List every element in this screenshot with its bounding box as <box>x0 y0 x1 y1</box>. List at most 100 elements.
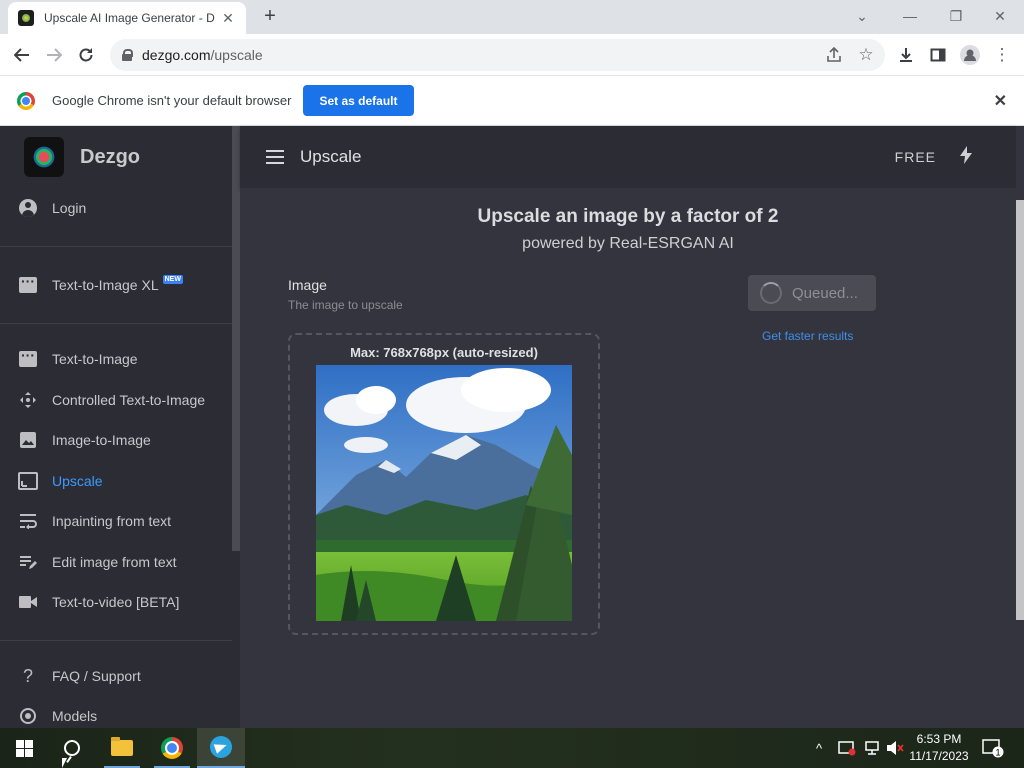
dezgo-logo-icon <box>24 137 64 177</box>
sidebar-item-inpainting[interactable]: Inpainting from text <box>16 507 236 535</box>
brand-name: Dezgo <box>80 145 140 168</box>
upscale-heading: Upscale an image by a factor of 2 <box>477 206 779 227</box>
security-tray-icon[interactable] <box>838 728 856 768</box>
image-field-hint: The image to upscale <box>288 298 403 312</box>
more-menu-icon[interactable]: ⋮ <box>990 43 1014 67</box>
profile-avatar-icon[interactable] <box>958 43 982 67</box>
edit-note-icon <box>16 550 40 574</box>
main-content: Upscale an image by a factor of 2 powere… <box>240 188 1016 728</box>
chrome-logo-icon <box>17 91 35 110</box>
sidebar-item-text-to-image[interactable]: Text-to-Image <box>16 345 236 373</box>
file-explorer-icon[interactable] <box>98 728 146 768</box>
infobar-message: Google Chrome isn't your default browser <box>52 93 292 108</box>
taskbar-clock[interactable]: 6:53 PM 11/17/2023 <box>900 731 978 765</box>
sidebar-item-label: Models <box>52 708 98 724</box>
bookmark-star-icon[interactable]: ☆ <box>854 43 878 67</box>
app-bar: Upscale FREE <box>240 126 1016 188</box>
tab-search-chevron-icon[interactable]: ⌄ <box>848 4 876 28</box>
url-text: dezgo.com/upscale <box>142 47 263 63</box>
telegram-taskbar-icon[interactable] <box>197 728 245 768</box>
plan-badge[interactable]: FREE <box>895 149 936 165</box>
sidebar-item-label: Text-to-Image XL <box>52 277 159 293</box>
sidebar-item-label: Edit image from text <box>52 554 177 570</box>
upscale-subheading: powered by Real-ESRGAN AI <box>522 235 734 252</box>
bolt-icon[interactable] <box>960 146 972 169</box>
windows-taskbar: ^ 6:53 PM 11/17/2023 1 <box>0 728 1024 768</box>
sidebar-item-faq-support[interactable]: ? FAQ / Support <box>16 662 236 690</box>
account-icon <box>16 196 40 220</box>
sidebar-item-label: FAQ / Support <box>52 668 141 684</box>
sidebar-item-text-to-image-xl[interactable]: Text-to-Image XL NEW <box>16 271 236 299</box>
new-tab-button[interactable]: + <box>258 5 282 28</box>
share-icon[interactable] <box>822 43 846 67</box>
image-icon <box>16 428 40 452</box>
models-icon <box>16 704 40 728</box>
sidebar-item-text-to-video[interactable]: Text-to-video [BETA] <box>16 588 236 616</box>
sidebar-divider <box>0 246 232 247</box>
sidebar-item-label: Text-to-video [BETA] <box>52 594 180 610</box>
sidebar: Dezgo Login Text-to-Image XL NEW Text-to… <box>0 126 240 728</box>
sidebar-item-label: Inpainting from text <box>52 513 172 529</box>
close-tab-icon[interactable]: ✕ <box>220 10 236 27</box>
help-icon: ? <box>22 665 33 686</box>
clock-date: 11/17/2023 <box>909 749 969 763</box>
forward-arrow-icon[interactable] <box>42 43 66 67</box>
page-title: Upscale <box>300 147 362 166</box>
restore-button[interactable]: ❐ <box>942 4 970 28</box>
default-browser-infobar: Google Chrome isn't your default browser… <box>0 76 1024 126</box>
move-icon <box>16 388 40 412</box>
browser-tab[interactable]: Upscale AI Image Generator - D ✕ <box>8 2 246 34</box>
sidebar-item-label: Login <box>52 200 87 216</box>
uploaded-image-preview <box>316 365 572 621</box>
sidebar-item-controlled-text-to-image[interactable]: Controlled Text-to-Image <box>16 386 236 414</box>
notification-center-icon[interactable]: 1 <box>982 728 1004 768</box>
mouse-cursor-icon <box>62 758 72 768</box>
side-panel-icon[interactable] <box>926 43 950 67</box>
sidebar-item-label: Image-to-Image <box>52 432 151 448</box>
back-arrow-icon[interactable] <box>10 43 34 67</box>
max-size-note: Max: 768x768px (auto-resized) <box>350 345 538 360</box>
chat-icon <box>16 273 40 297</box>
sidebar-item-models[interactable]: Models <box>16 702 236 728</box>
loading-spinner-icon <box>760 282 782 304</box>
menu-icon[interactable] <box>266 150 284 164</box>
browser-toolbar: dezgo.com/upscale ☆ ⋮ <box>0 34 1024 76</box>
close-window-button[interactable]: ✕ <box>986 4 1014 28</box>
video-icon <box>16 590 40 614</box>
dezgo-favicon-icon <box>18 10 34 26</box>
notification-count: 1 <box>995 748 1000 758</box>
brand[interactable]: Dezgo <box>24 137 140 177</box>
chat-icon <box>16 347 40 371</box>
download-icon[interactable] <box>894 43 918 67</box>
sidebar-item-login[interactable]: Login <box>16 194 236 222</box>
sidebar-item-upscale[interactable]: Upscale <box>16 467 236 495</box>
clock-time: 6:53 PM <box>916 732 962 746</box>
minimize-button[interactable]: — <box>896 4 924 28</box>
main-scrollbar-thumb[interactable] <box>1016 200 1024 620</box>
sidebar-item-label: Controlled Text-to-Image <box>52 392 206 408</box>
image-dropzone[interactable]: Max: 768x768px (auto-resized) <box>288 333 600 635</box>
sidebar-divider <box>0 640 232 641</box>
image-field-label: Image <box>288 277 327 293</box>
sidebar-item-label: Upscale <box>52 473 103 489</box>
sidebar-item-label: Text-to-Image <box>52 351 138 367</box>
set-as-default-button[interactable]: Set as default <box>303 85 414 116</box>
sidebar-item-edit-image[interactable]: Edit image from text <box>16 548 236 576</box>
sidebar-scrollbar[interactable] <box>232 126 240 551</box>
get-faster-results-link[interactable]: Get faster results <box>762 329 853 343</box>
sidebar-item-image-to-image[interactable]: Image-to-Image <box>16 426 236 454</box>
address-bar[interactable]: dezgo.com/upscale <box>110 39 885 71</box>
network-icon[interactable] <box>862 728 880 768</box>
close-infobar-icon[interactable]: ✕ <box>994 91 1007 111</box>
lock-icon <box>122 49 133 61</box>
queued-label: Queued... <box>792 284 858 302</box>
tab-title: Upscale AI Image Generator - D <box>44 11 215 25</box>
wrap-text-icon <box>16 509 40 533</box>
reload-icon[interactable] <box>74 43 98 67</box>
chrome-taskbar-icon[interactable] <box>148 728 196 768</box>
queued-button[interactable]: Queued... <box>748 275 876 311</box>
upscale-icon <box>16 469 40 493</box>
windows-start-icon[interactable] <box>0 728 48 768</box>
show-hidden-icons-icon[interactable]: ^ <box>816 728 822 768</box>
search-icon[interactable] <box>48 728 96 768</box>
